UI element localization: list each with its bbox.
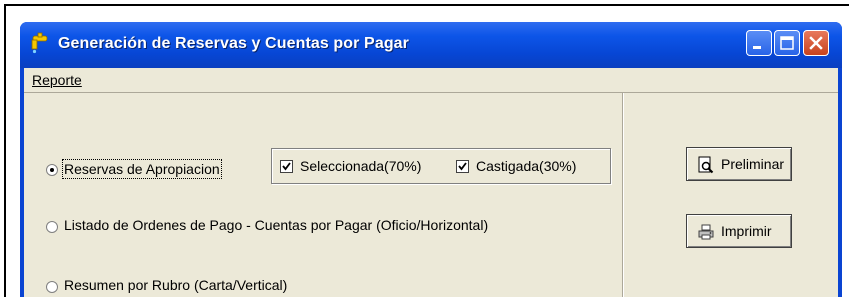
background-frame-top <box>4 4 849 6</box>
minimize-icon <box>753 46 761 49</box>
checkbox-seleccionada[interactable] <box>280 160 293 173</box>
app-window: Generación de Reservas y Cuentas por Pag… <box>20 22 842 297</box>
maximize-button[interactable] <box>774 30 800 56</box>
preliminar-button[interactable]: Preliminar <box>686 147 792 181</box>
window-title: Generación de Reservas y Cuentas por Pag… <box>58 35 410 52</box>
close-icon <box>809 36 823 50</box>
printer-icon <box>698 224 714 240</box>
minimize-button[interactable] <box>746 30 772 56</box>
checkmark-icon <box>458 162 467 171</box>
title-bar[interactable]: Generación de Reservas y Cuentas por Pag… <box>20 22 842 68</box>
imprimir-button-label: Imprimir <box>721 223 772 239</box>
option-listado-ordenes-label[interactable]: Listado de Ordenes de Pago - Cuentas por… <box>64 217 488 233</box>
imprimir-button[interactable]: Imprimir <box>686 214 792 248</box>
maximize-icon <box>780 36 794 50</box>
menu-bar: Reporte <box>24 68 838 93</box>
radio-listado-ordenes[interactable] <box>46 221 58 233</box>
radio-reservas-apropiacion[interactable] <box>46 164 58 176</box>
checkbox-seleccionada-label[interactable]: Seleccionada(70%) <box>300 158 421 174</box>
close-button[interactable] <box>803 30 829 56</box>
radio-resumen-rubro[interactable] <box>46 281 58 293</box>
option-reservas-apropiacion-label[interactable]: Reservas de Apropiacion <box>62 159 222 179</box>
client-area: Reporte Reservas de Apropiacion Seleccio… <box>24 68 838 297</box>
background-frame-left <box>4 4 6 297</box>
menu-reporte[interactable]: Reporte <box>32 72 82 88</box>
checkbox-castigada[interactable] <box>456 160 469 173</box>
checkbox-castigada-label[interactable]: Castigada(30%) <box>476 158 576 174</box>
vertical-divider <box>622 93 623 297</box>
checkmark-icon <box>282 162 291 171</box>
option-resumen-rubro-label[interactable]: Resumen por Rubro (Carta/Vertical) <box>64 277 287 293</box>
magnifier-document-icon <box>698 156 714 174</box>
percentage-group: Seleccionada(70%) Castigada(30%) <box>271 148 611 184</box>
faucet-app-icon <box>31 32 48 54</box>
preliminar-button-label: Preliminar <box>721 156 785 172</box>
